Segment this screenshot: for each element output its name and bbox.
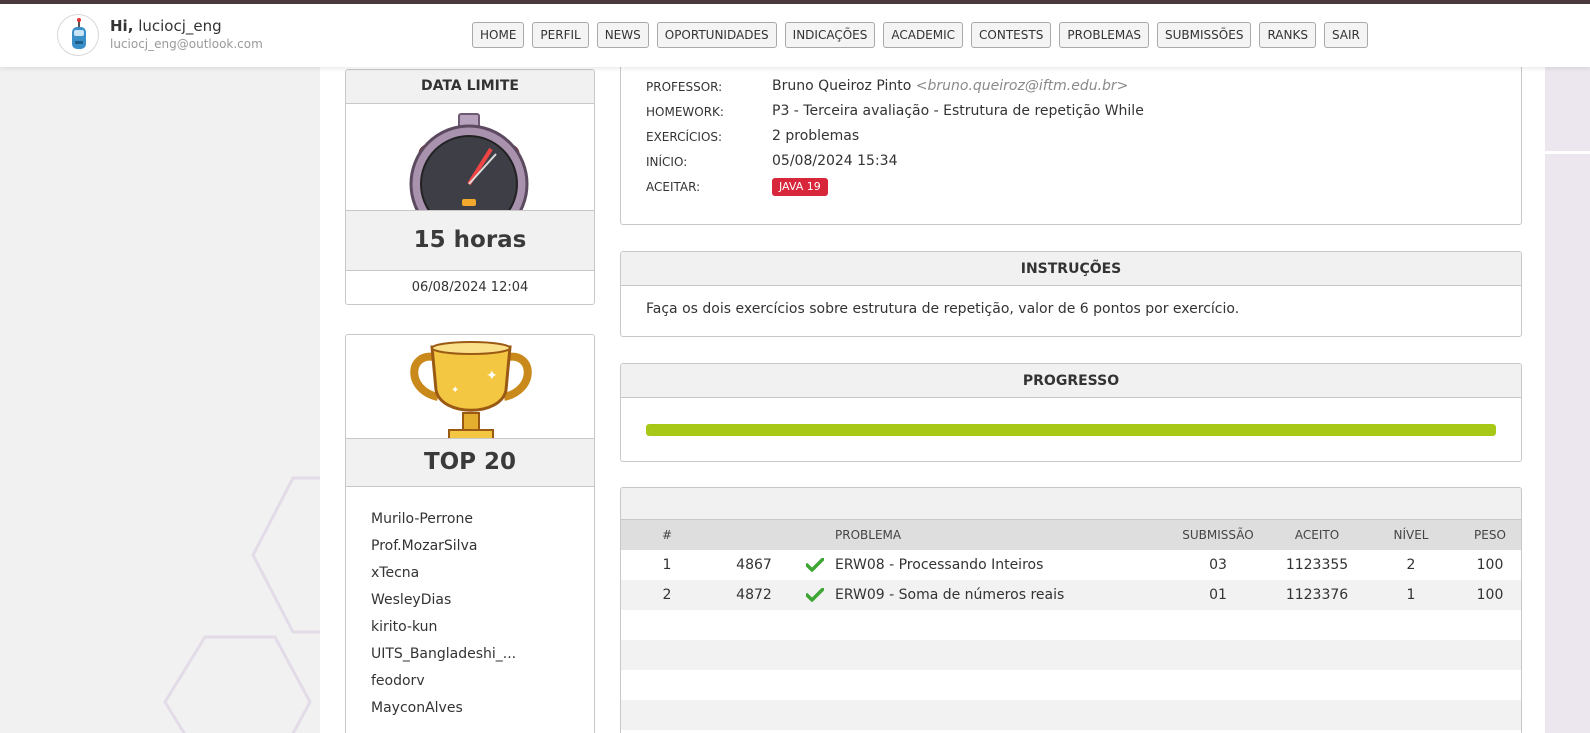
top20-user[interactable]: Murilo-Perrone — [371, 506, 594, 533]
table-row[interactable]: 2 4872 ERW09 - Soma de números reais 01 … — [621, 580, 1521, 610]
right-background — [1545, 67, 1590, 733]
user-greeting: Hi, luciocj_eng — [110, 17, 222, 35]
empty-row — [621, 700, 1521, 730]
problem-level: 2 — [1406, 557, 1416, 573]
check-icon — [806, 588, 824, 602]
empty-row — [621, 610, 1521, 640]
deadline-date: 06/08/2024 12:04 — [411, 280, 529, 295]
row-number: 2 — [662, 587, 672, 603]
check-icon — [806, 558, 824, 572]
user-email: luciocj_eng@outlook.com — [110, 37, 263, 51]
table-row[interactable]: 1 4867 ERW08 - Processando Inteiros 03 1… — [621, 550, 1521, 580]
accepted-id[interactable]: 1123376 — [1271, 580, 1363, 610]
top20-title: TOP 20 — [346, 439, 594, 487]
nav-opportunities-button[interactable]: OPORTUNIDADES — [656, 22, 777, 48]
nav-submissions-button[interactable]: SUBMISSÕES — [1157, 22, 1252, 48]
deadline-panel: DATA LIMITE 15 horas 06/08/2024 12:04 — [345, 69, 595, 305]
deadline-title: DATA LIMITE — [346, 70, 594, 104]
instructions-text: Faça os dois exercícios sobre estrutura … — [646, 301, 1240, 317]
top20-user[interactable]: UITS_Bangladeshi_... — [371, 641, 594, 668]
info-label: PROFESSOR: — [646, 80, 723, 94]
progress-panel: PROGRESSO — [620, 363, 1522, 462]
empty-row — [621, 640, 1521, 670]
problem-id[interactable]: 4867 — [713, 550, 795, 580]
robot-avatar-icon — [72, 18, 86, 49]
info-label: INÍCIO: — [646, 155, 688, 169]
nav-news-button[interactable]: NEWS — [596, 22, 649, 48]
top20-user[interactable]: WesleyDias — [371, 587, 594, 614]
progress-title: PROGRESSO — [621, 364, 1521, 398]
nav-logout-button[interactable]: SAIR — [1323, 22, 1368, 48]
problems-table: # PROBLEMA SUBMISSÃO ACEITO NÍVEL PESO 1… — [621, 520, 1521, 730]
instructions-title: INSTRUÇÕES — [621, 252, 1521, 286]
top20-user[interactable]: xTecna — [371, 560, 594, 587]
svg-text:✦: ✦ — [451, 385, 459, 396]
top20-panel: ✦ ✦ TOP 20 Murilo-Perrone Prof.MozarSilv… — [345, 334, 595, 733]
progress-fill — [646, 424, 1496, 436]
progress-bar — [646, 424, 1496, 436]
exercise-count: 2 problemas — [772, 128, 860, 144]
problem-name[interactable]: ERW08 - Processando Inteiros — [835, 550, 1165, 580]
submission-count: 03 — [1209, 557, 1227, 573]
trophy-icon: ✦ ✦ — [410, 341, 532, 438]
info-label: HOMEWORK: — [646, 105, 724, 119]
problems-header-strip — [621, 488, 1521, 520]
top20-list: Murilo-Perrone Prof.MozarSilva xTecna We… — [346, 487, 594, 722]
nav-problems-button[interactable]: PROBLEMAS — [1059, 22, 1150, 48]
instructions-panel: INSTRUÇÕES Faça os dois exercícios sobre… — [620, 251, 1522, 337]
nav-ranks-button[interactable]: RANKS — [1259, 22, 1316, 48]
professor-name: Bruno Queiroz Pinto <bruno.queiroz@iftm.… — [772, 78, 1129, 94]
submission-count: 01 — [1209, 587, 1227, 603]
homework-name: P3 - Terceira avaliação - Estrutura de r… — [772, 103, 1144, 119]
top-header: Hi, luciocj_eng luciocj_eng@outlook.com … — [0, 4, 1590, 67]
language-badge: JAVA 19 — [772, 178, 828, 196]
top20-user[interactable]: kirito-kun — [371, 614, 594, 641]
homework-info-panel: PROFESSOR: Bruno Queiroz Pinto <bruno.qu… — [620, 50, 1522, 225]
accepted-id[interactable]: 1123355 — [1271, 550, 1363, 580]
problem-name[interactable]: ERW09 - Soma de números reais — [835, 580, 1165, 610]
username: luciocj_eng — [138, 17, 222, 35]
top20-user[interactable]: MayconAlves — [371, 695, 594, 722]
avatar[interactable] — [57, 14, 99, 56]
col-submission: SUBMISSÃO — [1182, 528, 1254, 542]
problem-id[interactable]: 4872 — [713, 580, 795, 610]
col-number: # — [661, 528, 673, 542]
problem-level: 1 — [1406, 587, 1416, 603]
nav-referrals-button[interactable]: INDICAÇÕES — [784, 22, 876, 48]
empty-row — [621, 670, 1521, 700]
problems-panel: # PROBLEMA SUBMISSÃO ACEITO NÍVEL PESO 1… — [620, 487, 1522, 733]
stopwatch-icon — [409, 113, 529, 210]
top20-user[interactable]: feodorv — [371, 668, 594, 695]
col-accepted: ACEITO — [1294, 528, 1340, 542]
svg-text:✦: ✦ — [486, 368, 498, 384]
col-level: NÍVEL — [1393, 528, 1429, 542]
main-nav: HOME PERFIL NEWS OPORTUNIDADES INDICAÇÕE… — [472, 22, 1368, 48]
problem-weight: 100 — [1476, 557, 1504, 573]
start-date: 05/08/2024 15:34 — [772, 153, 898, 169]
table-header-row: # PROBLEMA SUBMISSÃO ACEITO NÍVEL PESO — [621, 520, 1521, 550]
nav-contests-button[interactable]: CONTESTS — [971, 22, 1052, 48]
info-label: ACEITAR: — [646, 180, 701, 194]
col-id — [713, 520, 795, 550]
nav-home-button[interactable]: HOME — [472, 22, 525, 48]
col-weight: PESO — [1474, 528, 1506, 542]
top20-user[interactable]: Prof.MozarSilva — [371, 533, 594, 560]
nav-profile-button[interactable]: PERFIL — [532, 22, 589, 48]
hexagon-decoration — [163, 635, 312, 733]
col-status — [795, 520, 835, 550]
row-number: 1 — [662, 557, 672, 573]
info-label: EXERCÍCIOS: — [646, 130, 723, 144]
problem-weight: 100 — [1476, 587, 1504, 603]
col-problem: PROBLEMA — [835, 528, 902, 542]
hexagon-decoration — [251, 476, 325, 634]
deadline-remaining: 15 horas — [346, 211, 594, 271]
professor-email[interactable]: <bruno.queiroz@iftm.edu.br> — [916, 78, 1129, 94]
stopwatch-image — [346, 104, 594, 211]
trophy-image: ✦ ✦ — [346, 335, 594, 439]
nav-academic-button[interactable]: ACADEMIC — [883, 22, 964, 48]
